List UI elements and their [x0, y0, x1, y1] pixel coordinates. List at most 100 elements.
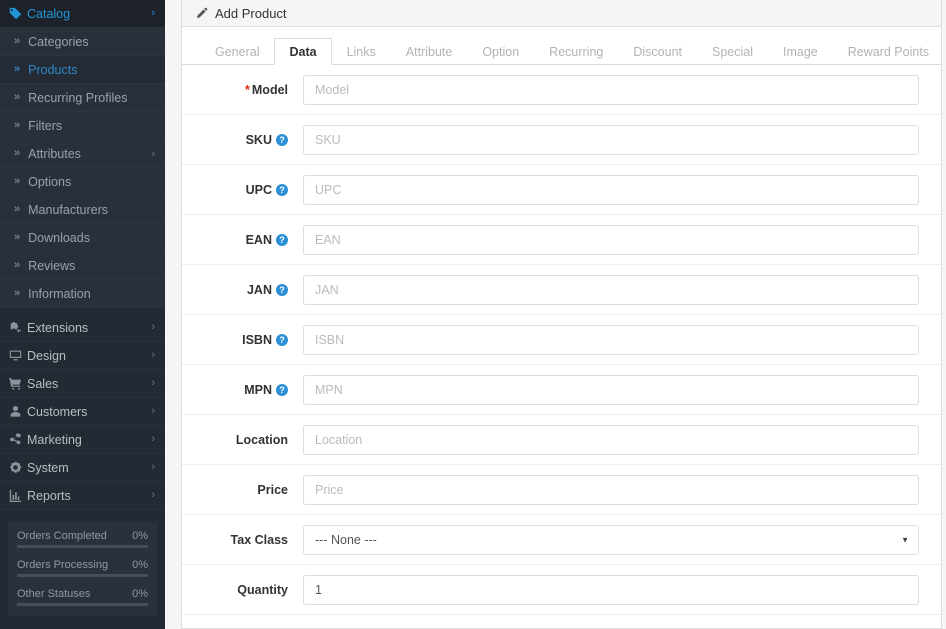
form-row-jan: JAN?: [182, 265, 941, 315]
product-tabs: GeneralDataLinksAttributeOptionRecurring…: [182, 38, 941, 65]
sidebar-item-options[interactable]: »Options: [0, 168, 165, 196]
stat-label: Orders Processing: [17, 559, 108, 571]
label-tax-class: Tax Class: [182, 533, 303, 547]
input-isbn[interactable]: [303, 325, 919, 355]
stat-label: Orders Completed: [17, 530, 107, 542]
help-icon[interactable]: ?: [276, 334, 288, 346]
sidebar-item-label: Sales: [26, 377, 151, 391]
chevron-right-icon: ›: [151, 434, 155, 445]
cart-icon: [9, 377, 26, 390]
form-row-sku: SKU?: [182, 115, 941, 165]
input-upc[interactable]: [303, 175, 919, 205]
tab-reward-points[interactable]: Reward Points: [833, 38, 944, 65]
sidebar-item-downloads[interactable]: »Downloads: [0, 224, 165, 252]
tab-general[interactable]: General: [200, 38, 274, 65]
sidebar-item-label: Customers: [26, 405, 151, 419]
label-isbn: ISBN?: [182, 333, 303, 347]
chevron-right-icon: ›: [151, 322, 155, 333]
input-price[interactable]: [303, 475, 919, 505]
help-icon[interactable]: ?: [276, 184, 288, 196]
help-icon[interactable]: ?: [276, 384, 288, 396]
tab-discount[interactable]: Discount: [618, 38, 697, 65]
field-label-text: MPN: [244, 383, 272, 397]
layout-gutter: [165, 0, 181, 629]
sidebar-item-reviews[interactable]: »Reviews: [0, 252, 165, 280]
sidebar-item-label: Design: [26, 349, 151, 363]
sidebar-item-customers[interactable]: Customers›: [0, 398, 165, 426]
chevron-right-icon: ›: [151, 462, 155, 473]
gear-icon: [9, 461, 26, 474]
tab-image[interactable]: Image: [768, 38, 833, 65]
form-row-ean: EAN?: [182, 215, 941, 265]
tab-recurring[interactable]: Recurring: [534, 38, 618, 65]
label-upc: UPC?: [182, 183, 303, 197]
input-quantity[interactable]: [303, 575, 919, 605]
user-icon: [9, 405, 26, 418]
sidebar-item-filters[interactable]: »Filters: [0, 112, 165, 140]
chevron-right-icon: ›: [151, 350, 155, 361]
sidebar-item-system[interactable]: System›: [0, 454, 165, 482]
sidebar-item-categories[interactable]: » Categories: [0, 28, 165, 56]
input-mpn[interactable]: [303, 375, 919, 405]
double-chevron-icon: »: [14, 92, 20, 103]
sidebar-item-label: Information: [28, 287, 155, 301]
panel-body: GeneralDataLinksAttributeOptionRecurring…: [182, 27, 941, 615]
sidebar-item-marketing[interactable]: Marketing›: [0, 426, 165, 454]
product-data-form: *ModelSKU?UPC?EAN?JAN?ISBN?MPN?LocationP…: [182, 65, 941, 615]
sidebar-item-recurring-profiles[interactable]: »Recurring Profiles: [0, 84, 165, 112]
input-ean[interactable]: [303, 225, 919, 255]
stat-label: Other Statuses: [17, 588, 90, 600]
sidebar-group-label: Catalog: [26, 7, 151, 21]
sidebar-item-attributes[interactable]: »Attributes›: [0, 140, 165, 168]
input-location[interactable]: [303, 425, 919, 455]
monitor-icon: [9, 349, 26, 362]
sidebar-nav: Catalog›»Categories»Products»Recurring P…: [0, 0, 165, 510]
label-model: *Model: [182, 83, 303, 97]
double-chevron-icon: »: [14, 36, 20, 47]
label-quantity: Quantity: [182, 583, 303, 597]
form-row-price: Price: [182, 465, 941, 515]
select-tax-class[interactable]: --- None ---: [303, 525, 919, 555]
form-row-mpn: MPN?: [182, 365, 941, 415]
tab-data[interactable]: Data: [274, 38, 331, 65]
sidebar-item-label: Extensions: [26, 321, 151, 335]
tab-links[interactable]: Links: [332, 38, 391, 65]
input-model[interactable]: [303, 75, 919, 105]
sidebar-item-extensions[interactable]: Extensions›: [0, 314, 165, 342]
sidebar-item-label: Marketing: [26, 433, 151, 447]
sidebar-item-design[interactable]: Design›: [0, 342, 165, 370]
input-jan[interactable]: [303, 275, 919, 305]
tab-option[interactable]: Option: [467, 38, 534, 65]
help-icon[interactable]: ?: [276, 134, 288, 146]
help-icon[interactable]: ?: [276, 234, 288, 246]
sidebar-item-reports[interactable]: Reports›: [0, 482, 165, 510]
sidebar-item-information[interactable]: »Information: [0, 280, 165, 308]
field-label-text: Tax Class: [231, 533, 288, 547]
field-label-text: EAN: [246, 233, 272, 247]
sidebar-item-label: Categories: [28, 35, 155, 49]
form-row-location: Location: [182, 415, 941, 465]
chevron-right-icon: ›: [151, 8, 155, 19]
chevron-right-icon: ›: [151, 378, 155, 389]
tab-attribute[interactable]: Attribute: [391, 38, 468, 65]
sidebar-submenu: »Categories»Products»Recurring Profiles»…: [0, 28, 165, 308]
field-label-text: Price: [257, 483, 288, 497]
form-row-quantity: Quantity: [182, 565, 941, 615]
help-icon[interactable]: ?: [276, 284, 288, 296]
stat-row: Orders Processing0%: [17, 559, 148, 571]
sidebar-group-catalog[interactable]: Catalog›: [0, 0, 165, 28]
tab-special[interactable]: Special: [697, 38, 768, 65]
sidebar-item-products[interactable]: »Products: [0, 56, 165, 84]
sidebar-item-manufacturers[interactable]: »Manufacturers: [0, 196, 165, 224]
label-location: Location: [182, 433, 303, 447]
sidebar-item-sales[interactable]: Sales›: [0, 370, 165, 398]
label-ean: EAN?: [182, 233, 303, 247]
field-label-text: JAN: [247, 283, 272, 297]
form-row-upc: UPC?: [182, 165, 941, 215]
label-price: Price: [182, 483, 303, 497]
stat-progress-bar: [17, 574, 148, 577]
panel-heading: Add Product: [182, 0, 941, 27]
chevron-right-icon: ›: [151, 406, 155, 417]
field-label-text: ISBN: [242, 333, 272, 347]
input-sku[interactable]: [303, 125, 919, 155]
